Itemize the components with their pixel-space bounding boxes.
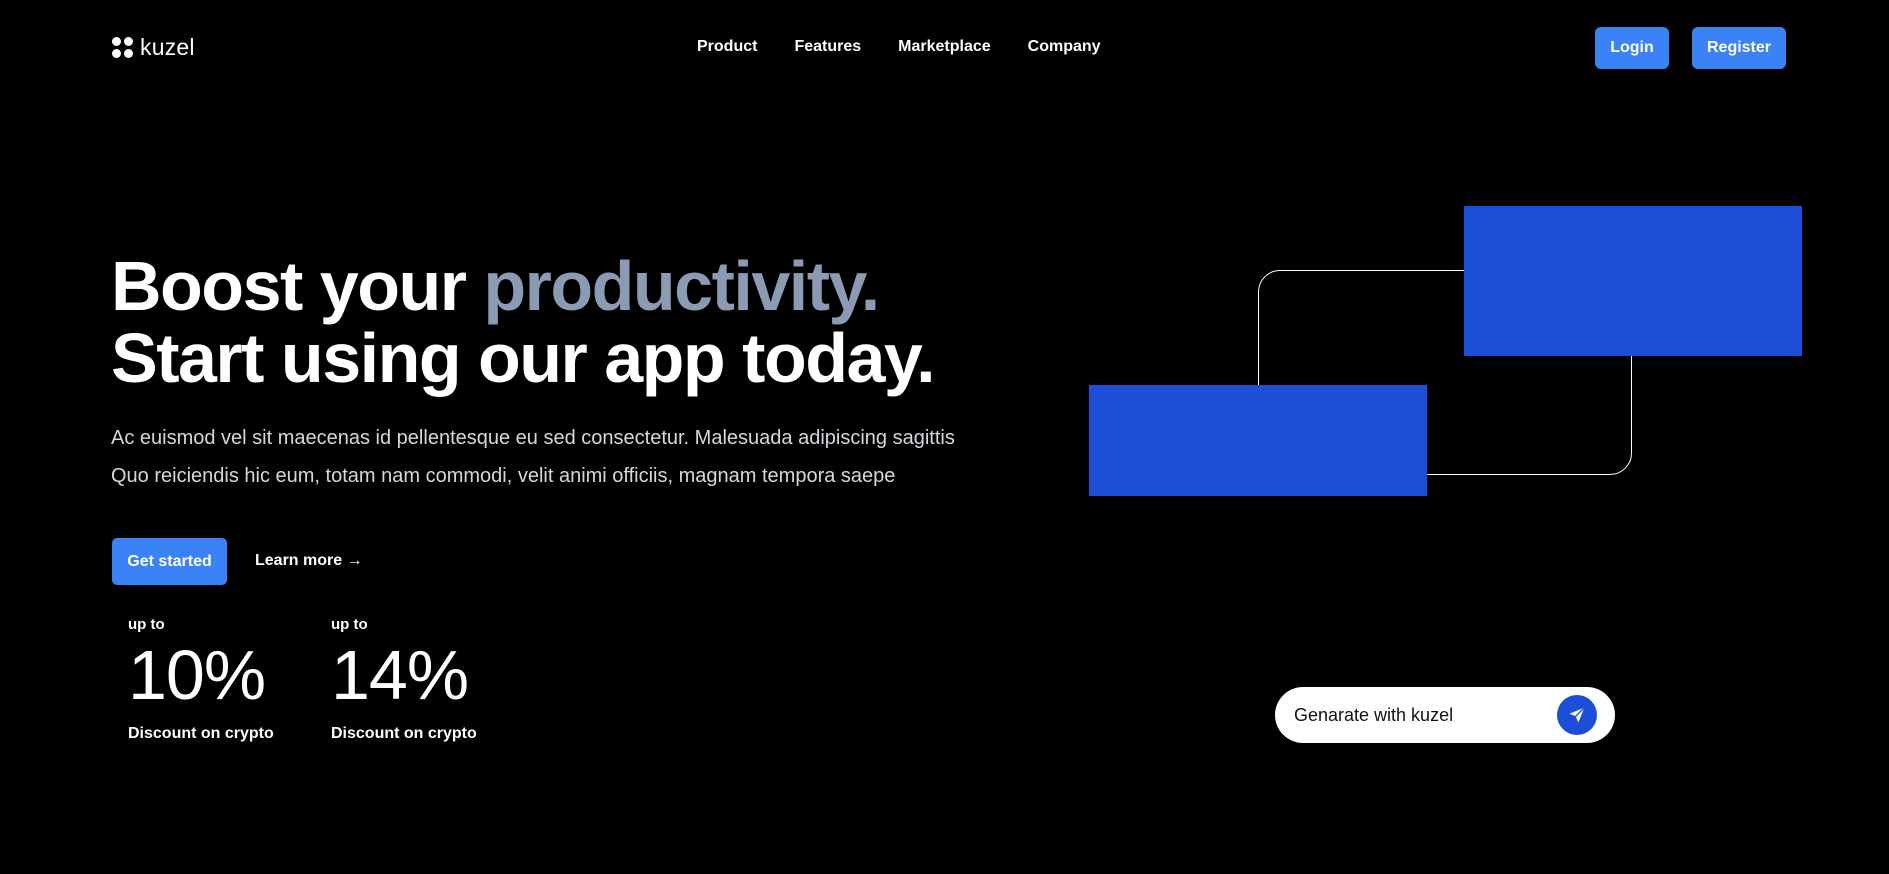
nav-link-marketplace[interactable]: Marketplace bbox=[898, 38, 991, 56]
stat-value: 10% bbox=[128, 636, 266, 714]
hero-title-accent: productivity. bbox=[483, 247, 880, 325]
get-started-button[interactable]: Get started bbox=[112, 538, 227, 585]
nav-link-product[interactable]: Product bbox=[697, 38, 757, 56]
stat-caption: Discount on crypto bbox=[128, 725, 274, 742]
stat-prefix: up to bbox=[331, 616, 368, 633]
decorative-blue-rect-bottom bbox=[1089, 385, 1427, 496]
learn-more-link[interactable]: Learn more → bbox=[255, 552, 363, 570]
send-icon bbox=[1569, 706, 1586, 723]
stat-prefix: up to bbox=[128, 616, 165, 633]
stat-caption: Discount on crypto bbox=[331, 725, 477, 742]
stat-item: up to 14% Discount on crypto bbox=[331, 616, 477, 743]
nav-link-company[interactable]: Company bbox=[1028, 38, 1101, 56]
nav-link-features[interactable]: Features bbox=[794, 38, 861, 56]
hero-description: Ac euismod vel sit maecenas id pellentes… bbox=[111, 419, 955, 495]
brand-name: kuzel bbox=[140, 34, 195, 60]
main-nav: Product Features Marketplace Company bbox=[697, 38, 1101, 56]
stat-item: up to 10% Discount on crypto bbox=[128, 616, 274, 743]
brand-logo[interactable]: kuzel bbox=[112, 34, 195, 61]
decorative-blue-rect-top bbox=[1464, 206, 1802, 356]
login-button[interactable]: Login bbox=[1595, 27, 1669, 69]
generate-label: Genarate with kuzel bbox=[1294, 704, 1454, 725]
hero-description-line2: Quo reiciendis hic eum, totam nam commod… bbox=[111, 465, 896, 487]
hero-title-part1: Boost your bbox=[111, 247, 484, 325]
hero-title: Boost your productivity. Start using our … bbox=[111, 247, 936, 397]
hero-title-line2: Start using our app today. bbox=[111, 319, 936, 397]
four-dots-logo-icon bbox=[112, 37, 133, 58]
generate-pill[interactable]: Genarate with kuzel bbox=[1275, 687, 1615, 743]
stat-value: 14% bbox=[331, 636, 469, 714]
send-button[interactable] bbox=[1557, 695, 1597, 735]
register-button[interactable]: Register bbox=[1692, 27, 1786, 69]
hero-description-line1: Ac euismod vel sit maecenas id pellentes… bbox=[111, 427, 955, 449]
